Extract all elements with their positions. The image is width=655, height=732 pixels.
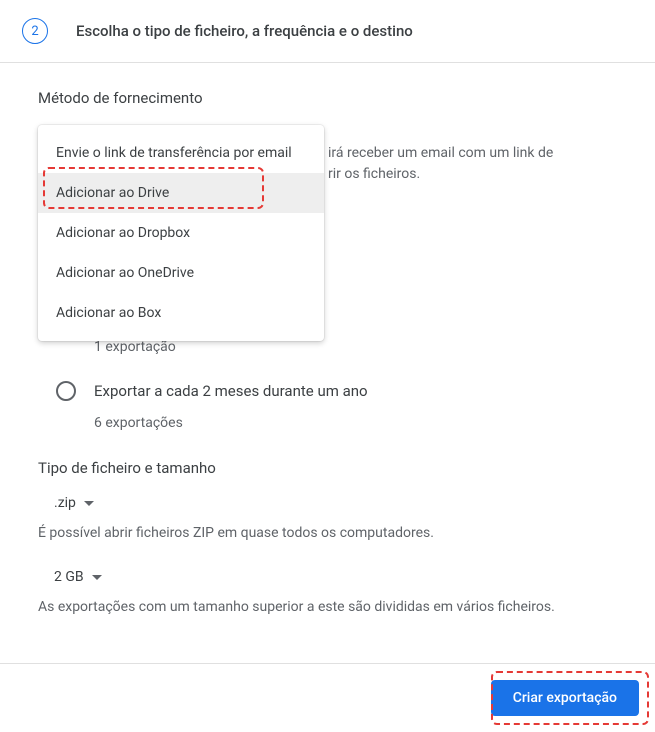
dropdown-option-onedrive[interactable]: Adicionar ao OneDrive xyxy=(38,253,324,293)
filesize-value: 2 GB xyxy=(54,569,84,585)
create-export-button[interactable]: Criar exportação xyxy=(491,680,639,716)
background-text-line2: rir os ficheiros. xyxy=(328,166,420,182)
background-description: irá receber um email com um link de rir … xyxy=(328,143,553,185)
background-text-line1: irá receber um email com um link de xyxy=(328,145,553,161)
filetype-title: Tipo de ficheiro e tamanho xyxy=(38,459,617,477)
dropdown-option-dropbox[interactable]: Adicionar ao Dropbox xyxy=(38,213,324,253)
filetype-helper: É possível abrir ficheiros ZIP em quase … xyxy=(38,525,617,541)
chevron-down-icon xyxy=(84,501,94,506)
delivery-method-title: Método de fornecimento xyxy=(38,89,617,107)
radio-icon[interactable] xyxy=(56,381,76,401)
filetype-value: .zip xyxy=(54,495,76,511)
frequency-section: 1 exportação Exportar a cada 2 meses dur… xyxy=(38,339,617,431)
dropdown-option-box[interactable]: Adicionar ao Box xyxy=(38,293,324,333)
frequency-option2-label: Exportar a cada 2 meses durante um ano xyxy=(94,382,368,400)
footer: Criar exportação xyxy=(0,663,655,732)
frequency-option2-subtext: 6 exportações xyxy=(94,415,617,431)
chevron-down-icon xyxy=(92,575,102,580)
delivery-method-dropdown[interactable]: Envie o link de transferência por email … xyxy=(38,125,324,341)
filesize-helper: As exportações com um tamanho superior a… xyxy=(38,599,617,615)
content-area: Método de fornecimento irá receber um em… xyxy=(0,63,655,663)
frequency-option2-row[interactable]: Exportar a cada 2 meses durante um ano xyxy=(56,381,617,401)
dropdown-option-drive-label: Adicionar ao Drive xyxy=(56,185,169,201)
dropdown-option-email[interactable]: Envie o link de transferência por email xyxy=(38,133,324,173)
step-title: Escolha o tipo de ficheiro, a frequência… xyxy=(76,22,413,40)
dropdown-option-drive[interactable]: Adicionar ao Drive xyxy=(38,173,324,213)
step-number-text: 2 xyxy=(31,24,38,39)
step-number-badge: 2 xyxy=(22,18,48,44)
filetype-select[interactable]: .zip xyxy=(54,495,617,511)
frequency-option1-subtext: 1 exportação xyxy=(94,339,617,355)
step-header: 2 Escolha o tipo de ficheiro, a frequênc… xyxy=(0,0,655,63)
filesize-select[interactable]: 2 GB xyxy=(54,569,617,585)
